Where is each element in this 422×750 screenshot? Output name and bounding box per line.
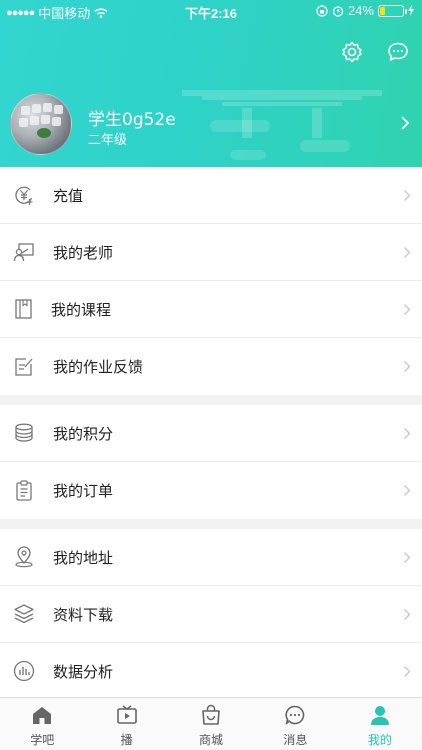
chat-icon — [285, 705, 305, 725]
menu-label: 充值 — [53, 186, 84, 205]
menu-item-my-orders[interactable]: 我的订单 — [0, 462, 422, 519]
grade-label: 二年级 — [88, 133, 128, 148]
username: 学生0g52e — [88, 110, 176, 130]
menu-item-data-analysis[interactable]: 数据分析 — [0, 643, 422, 700]
tab-label: 商城 — [199, 733, 224, 747]
alarm-icon — [332, 5, 344, 17]
menu-label: 资料下载 — [53, 605, 114, 624]
download-icon — [14, 604, 34, 624]
menu-group-account: 充值 我的老师 我的课程 我的作业反馈 — [0, 167, 422, 395]
settings-icon[interactable] — [340, 40, 364, 64]
charging-icon — [408, 5, 414, 16]
chevron-right-icon — [404, 304, 411, 315]
battery-percent: 24% — [347, 3, 374, 18]
menu-label: 我的课程 — [51, 300, 112, 319]
menu-item-download-materials[interactable]: 资料下载 — [0, 586, 422, 643]
tab-label: 学吧 — [30, 733, 55, 747]
avatar[interactable] — [10, 93, 72, 155]
tab-label: 我的 — [367, 733, 392, 747]
profile-icon — [370, 706, 389, 725]
menu-item-recharge[interactable]: 充值 — [0, 167, 422, 224]
menu-label: 数据分析 — [53, 663, 114, 681]
recharge-icon — [15, 186, 33, 205]
chevron-right-icon — [404, 361, 411, 372]
profile-card[interactable]: 学生0g52e 二年级 — [10, 93, 412, 155]
menu-group-tools: 我的地址 资料下载 数据分析 — [0, 529, 422, 700]
tab-shop[interactable]: 商城 — [169, 698, 253, 750]
tab-home[interactable]: 学吧 — [0, 698, 84, 750]
menu-label: 我的作业反馈 — [53, 358, 144, 376]
battery-icon — [378, 4, 407, 17]
location-icon — [15, 546, 33, 568]
teacher-icon — [13, 243, 34, 262]
points-icon — [15, 423, 33, 442]
tab-bar: 学吧 播 商城 消息 我的 — [0, 697, 422, 750]
shop-icon — [202, 704, 220, 725]
chevron-right-icon — [404, 428, 411, 439]
menu-item-my-points[interactable]: 我的积分 — [0, 405, 422, 462]
chevron-right-icon — [404, 666, 411, 677]
menu-item-homework-feedback[interactable]: 我的作业反馈 — [0, 338, 422, 395]
tab-play[interactable]: 播 — [84, 698, 168, 750]
tab-profile[interactable]: 我的 — [338, 698, 422, 750]
menu-label: 我的地址 — [53, 548, 114, 567]
chevron-right-icon — [404, 485, 411, 496]
menu-item-my-address[interactable]: 我的地址 — [0, 529, 422, 586]
menu-item-my-course[interactable]: 我的课程 — [0, 281, 422, 338]
message-icon[interactable] — [386, 40, 410, 64]
chevron-right-icon — [404, 247, 411, 258]
status-bar: ●●●●● 中国移动 下午2:16 24% — [0, 0, 422, 22]
chevron-right-icon — [401, 116, 410, 130]
tab-label: 消息 — [283, 733, 308, 747]
tab-label: 播 — [120, 733, 133, 747]
tab-messages[interactable]: 消息 — [253, 698, 337, 750]
play-icon — [116, 705, 137, 724]
menu-item-my-teacher[interactable]: 我的老师 — [0, 224, 422, 281]
homework-icon — [15, 358, 33, 376]
order-icon — [16, 480, 32, 501]
chevron-right-icon — [404, 609, 411, 620]
analytics-icon — [13, 660, 35, 682]
course-icon — [15, 299, 32, 319]
menu-label: 我的老师 — [53, 243, 114, 262]
chevron-right-icon — [404, 190, 411, 201]
menu-label: 我的积分 — [53, 424, 114, 443]
home-icon — [33, 707, 52, 724]
orientation-lock-icon — [316, 4, 328, 17]
menu-group-orders: 我的积分 我的订单 — [0, 405, 422, 519]
chevron-right-icon — [404, 552, 411, 563]
profile-header: ●●●●● 中国移动 下午2:16 24% 学生0g52e 二年级 — [0, 0, 422, 167]
battery-level — [380, 6, 386, 15]
menu-label: 我的订单 — [53, 482, 114, 500]
